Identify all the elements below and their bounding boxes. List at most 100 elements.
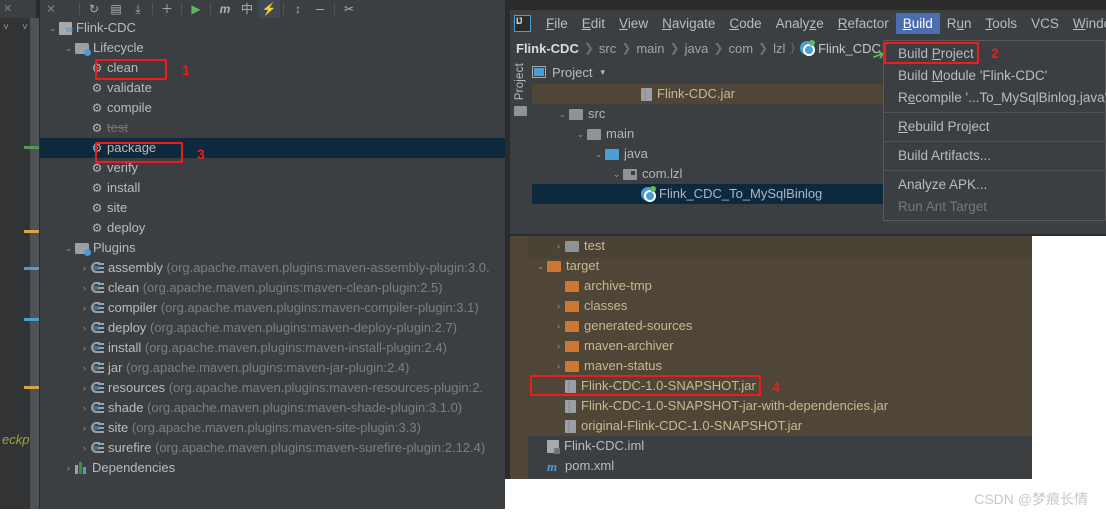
target-tree-row[interactable]: ⌄ target [528,256,1032,276]
generate-sources-icon[interactable]: ▤ [105,0,127,18]
maven-plugin-row-deploy[interactable]: › deploy (org.apache.maven.plugins:maven-… [40,318,505,338]
chevron-down-icon[interactable]: ⌄ [62,238,75,258]
chevron-right-icon[interactable]: › [552,296,565,316]
build-menu-item-build-artifacts[interactable]: Build Artifacts... [884,145,1105,167]
expand-all-icon[interactable]: ↕ [287,0,309,18]
maven-plugin-row-surefire[interactable]: › surefire (org.apache.maven.plugins:mave… [40,438,505,458]
menu-edit[interactable]: Edit [575,13,612,34]
maven-goal-row-test[interactable]: ⚙ test [40,118,505,138]
target-tree-row[interactable]: › maven-archiver [528,336,1032,356]
menu-run[interactable]: Run [940,13,979,34]
maven-goal-row-deploy[interactable]: ⚙ deploy [40,218,505,238]
chevron-right-icon[interactable]: › [78,418,91,438]
chevron-right-icon[interactable]: › [78,398,91,418]
collapse-all-icon[interactable]: ─ [309,0,331,18]
menu-build[interactable]: Build [895,12,940,34]
chevron-right-icon[interactable]: › [78,358,91,378]
chevron-right-icon[interactable]: › [78,258,91,278]
maven-tree-row-plugins[interactable]: ⌄ Plugins [40,238,505,258]
chevron-down-icon[interactable]: ⌄ [574,124,587,144]
add-maven-project-icon[interactable]: ＋ [156,0,178,18]
chevron-down-icon[interactable]: ⌄ [62,38,75,58]
chevron-down-icon[interactable]: ⌄ [46,18,59,38]
maven-plugin-row-clean[interactable]: › clean (org.apache.maven.plugins:maven-c… [40,278,505,298]
build-menu-item-rebuild-project[interactable]: Rebuild Project [884,116,1105,138]
chevron-right-icon[interactable]: › [78,278,91,298]
maven-goal-row-validate[interactable]: ⚙ validate [40,78,505,98]
target-tree-row[interactable]: m pom.xml [528,456,1032,476]
menu-code[interactable]: Code [722,13,768,34]
chevron-down-icon[interactable]: ⌄ [534,256,547,276]
breadcrumb-item-src[interactable]: src [599,41,616,56]
refresh-icon[interactable]: ↻ [83,0,105,18]
maven-goal-row-compile[interactable]: ⚙ compile [40,98,505,118]
tree-row-label: Plugins [93,240,136,255]
settings-icon[interactable]: ✂ [338,0,360,18]
maven-plugin-row-resources[interactable]: › resources (org.apache.maven.plugins:mav… [40,378,505,398]
folder-orange-icon [565,280,579,292]
run-icon[interactable]: ▶ [185,0,207,18]
maven-plugin-row-install[interactable]: › install (org.apache.maven.plugins:maven… [40,338,505,358]
chevron-right-icon[interactable]: › [552,356,565,376]
chevron-right-icon[interactable]: › [62,458,75,478]
breadcrumb-item-java[interactable]: java [685,41,709,56]
editor-close-icon[interactable]: ✕ [3,2,12,15]
toggle-skip-tests-icon[interactable]: 中 [236,0,258,18]
chevron-right-icon[interactable]: › [552,236,565,256]
maven-tree-row-lifecycle[interactable]: ⌄ Lifecycle [40,38,505,58]
build-menu-item-run-ant-target: Run Ant Target [898,199,988,214]
chevron-right-icon[interactable]: › [78,438,91,458]
menu-view[interactable]: View [612,13,655,34]
close-icon[interactable]: ✕ [40,0,62,18]
maven-goal-row-site[interactable]: ⚙ site [40,198,505,218]
download-sources-icon[interactable]: ⤓ [127,0,149,18]
build-menu-item-analyze-apk[interactable]: Analyze APK... [884,174,1105,196]
maven-plugin-row-compiler[interactable]: › compiler (org.apache.maven.plugins:mave… [40,298,505,318]
menu-refactor[interactable]: Refactor [831,13,896,34]
target-tree-row[interactable]: Flink-CDC-1.0-SNAPSHOT-jar-with-dependen… [528,396,1032,416]
menu-window[interactable]: Window [1066,13,1106,34]
menu-tools[interactable]: Tools [979,13,1025,34]
project-tool-tab[interactable]: Project [510,60,530,234]
chevron-right-icon[interactable]: › [78,298,91,318]
menu-file[interactable]: File [539,13,575,34]
chevron-down-icon[interactable]: ▾ [600,67,605,78]
target-tree-row[interactable]: › maven-status [528,356,1032,376]
run-maven-goal-icon[interactable]: m [214,0,236,18]
chevron-right-icon[interactable]: › [78,378,91,398]
chevron-down-icon[interactable]: ⌄ [610,164,623,184]
target-tree-row[interactable]: › classes [528,296,1032,316]
menu-analyze[interactable]: Analyze [769,13,831,34]
maven-plugin-row-jar[interactable]: › jar (org.apache.maven.plugins:maven-jar… [40,358,505,378]
build-menu-item-recompile-to-mysqlbinlog-java[interactable]: Recompile '...To_MySqlBinlog.java' [884,87,1106,109]
target-tree-row[interactable]: original-Flink-CDC-1.0-SNAPSHOT.jar [528,416,1032,436]
breadcrumb-project[interactable]: Flink-CDC [516,41,579,56]
chevron-down-icon[interactable]: ⌄ [592,144,605,164]
chevron-right-icon[interactable]: › [78,338,91,358]
chevron-right-icon[interactable]: › [552,336,565,356]
menu-vcs[interactable]: VCS [1024,13,1066,34]
maven-plugin-row-shade[interactable]: › shade (org.apache.maven.plugins:maven-s… [40,398,505,418]
build-menu-item-build-module-flink-cdc[interactable]: Build Module 'Flink-CDC' [884,65,1105,87]
breadcrumb-item-main[interactable]: main [636,41,664,56]
maven-tree-row-dependencies[interactable]: › Dependencies [40,458,505,478]
target-tree-row[interactable]: Flink-CDC.iml [528,436,1032,456]
tree-row-label: surefire (org.apache.maven.plugins:maven… [108,440,486,455]
maven-plugin-row-assembly[interactable]: › assembly (org.apache.maven.plugins:mave… [40,258,505,278]
chevron-right-icon[interactable]: › [78,318,91,338]
target-tree-row[interactable]: › test [528,236,1032,256]
chevron-down-icon[interactable]: ⌄ [556,104,569,124]
maven-plugin-row-site[interactable]: › site (org.apache.maven.plugins:maven-si… [40,418,505,438]
target-tree-row[interactable]: archive-tmp [528,276,1032,296]
toolbar-separator [334,3,335,15]
execute-icon[interactable]: ⚡ [258,0,280,18]
chevron-right-icon[interactable]: › [552,316,565,336]
collapse-chevron-down[interactable]: ˅ [22,22,28,33]
collapse-chevron-left[interactable]: ˅ [3,22,9,33]
maven-goal-row-install[interactable]: ⚙ install [40,178,505,198]
breadcrumb-item-com[interactable]: com [728,41,753,56]
breadcrumb-item-lzl[interactable]: lzl [773,41,785,56]
menu-navigate[interactable]: Navigate [655,13,722,34]
maven-tree-row-project[interactable]: ⌄ Flink-CDC [40,18,505,39]
target-tree-row[interactable]: › generated-sources [528,316,1032,336]
